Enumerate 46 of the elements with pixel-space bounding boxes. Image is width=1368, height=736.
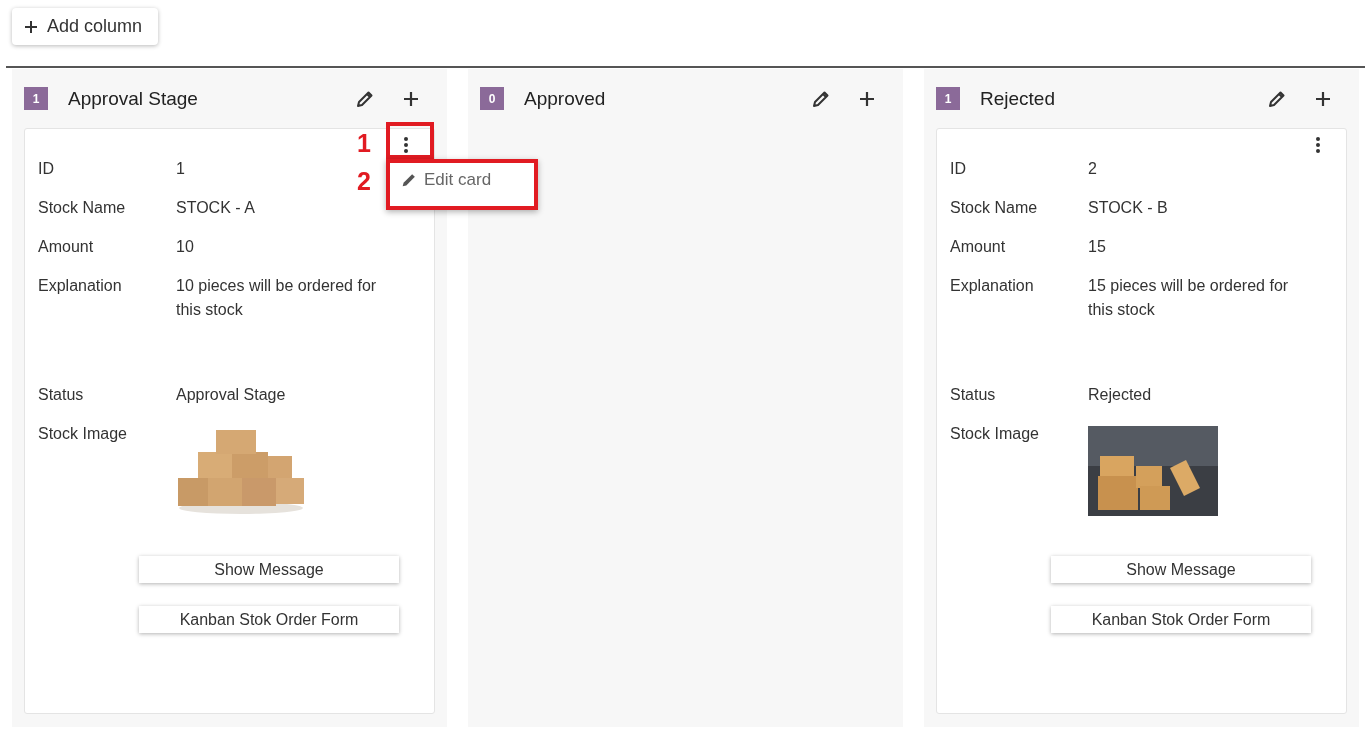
plus-icon[interactable]	[859, 90, 875, 107]
pencil-icon[interactable]	[1267, 88, 1287, 109]
field-value: Approval Stage	[176, 385, 287, 405]
count-badge: 1	[936, 87, 960, 110]
step-number: 2	[357, 167, 371, 196]
pencil-icon[interactable]	[811, 88, 831, 109]
column-title: Rejected	[980, 87, 1056, 110]
card-button[interactable]: Kanban Stok Order Form	[1051, 606, 1311, 633]
plus-icon	[24, 19, 38, 34]
field-label: Stock Image	[38, 424, 128, 444]
field-label: Amount	[38, 237, 95, 257]
card-button[interactable]: Show Message	[139, 556, 399, 583]
menu-item[interactable]: Edit card	[400, 170, 524, 190]
field-label: ID	[950, 159, 967, 179]
field-value: STOCK - B	[1088, 198, 1169, 218]
field-value: Rejected	[1088, 385, 1153, 405]
card-button[interactable]: Show Message	[1051, 556, 1311, 583]
count-badge: 1	[24, 87, 48, 110]
field-label: Amount	[950, 237, 1007, 257]
count-badge: 0	[480, 87, 504, 110]
pencil-icon[interactable]	[355, 88, 375, 109]
field-value: 15	[1088, 237, 1107, 257]
field-label: Stock Name	[950, 198, 1039, 218]
field-label: Explanation	[38, 276, 123, 296]
field-label: Stock Image	[950, 424, 1040, 444]
field-label: Status	[950, 385, 997, 405]
step-number: 1	[357, 129, 371, 158]
column-title: Approval Stage	[68, 87, 199, 110]
more-icon[interactable]	[403, 136, 409, 154]
field-value: 2	[1088, 159, 1098, 179]
plus-icon[interactable]	[403, 90, 419, 107]
add-column-button[interactable]: Add column	[12, 8, 158, 45]
field-value: 10	[176, 237, 195, 257]
menu-item-label: Edit card	[424, 170, 492, 190]
column-title: Approved	[524, 87, 607, 110]
more-icon[interactable]	[1315, 136, 1321, 154]
field-value: 15 pieces will be ordered for this stock	[1088, 276, 1290, 320]
field-value: 10 pieces will be ordered for this stock	[176, 276, 378, 320]
field-label: ID	[38, 159, 55, 179]
field-label: Stock Name	[38, 198, 127, 218]
field-label: Status	[38, 385, 85, 405]
card-button[interactable]: Kanban Stok Order Form	[139, 606, 399, 633]
pencil-icon	[400, 171, 418, 189]
field-label: Explanation	[950, 276, 1035, 296]
field-value: STOCK - A	[176, 198, 256, 218]
plus-icon[interactable]	[1315, 90, 1331, 107]
